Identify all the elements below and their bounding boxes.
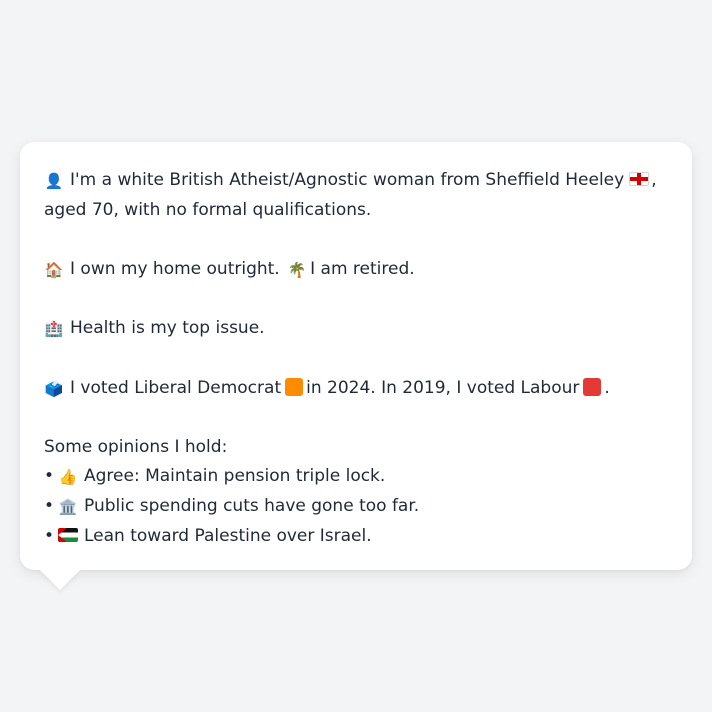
person-icon: 👤 — [44, 172, 64, 190]
vote-line: 🗳️ I voted Liberal Democrat in 2024. In 20… — [44, 374, 668, 404]
palestine-flag-icon — [58, 528, 78, 542]
intro-line: 👤 I'm a white British Atheist/Agnostic wo… — [44, 166, 668, 196]
bullet: • — [44, 466, 55, 486]
england-flag-icon — [629, 172, 650, 186]
bullet: • — [44, 526, 55, 546]
classical-building-icon: 🏛️ — [58, 498, 78, 516]
issue-line: 🏥 Health is my top issue. — [44, 314, 668, 344]
intro-text: I'm a white British Atheist/Agnostic wom… — [70, 170, 625, 190]
vote-mid: in 2024. In 2019, I voted Labour — [306, 377, 580, 398]
work-text: I am retired. — [310, 258, 415, 279]
opinion-text: Lean toward Palestine over Israel. — [84, 526, 372, 546]
intro-comma: , — [651, 170, 657, 190]
ballot-box-icon: 🗳️ — [44, 379, 64, 398]
opinion-text: Public spending cuts have gone too far. — [84, 496, 420, 516]
thumbs-up-icon: 👍 — [58, 468, 78, 486]
lib-dem-square-icon — [285, 377, 304, 396]
vote-suffix: . — [604, 377, 610, 398]
home-text: I own my home outright. — [70, 258, 280, 279]
home-line: 🏠 I own my home outright. 🌴 I am retired. — [44, 255, 668, 285]
opinion-item: • 🏛️ Public spending cuts have gone too fa… — [44, 492, 668, 522]
opinion-item: • Lean toward Palestine over Israel. — [44, 522, 668, 551]
labour-square-icon — [583, 377, 602, 396]
palm-tree-icon: 🌴 — [287, 260, 307, 279]
opinion-text: Agree: Maintain pension triple lock. — [84, 466, 386, 486]
intro-line-2: aged 70, with no formal qualifications. — [44, 200, 372, 220]
bullet: • — [44, 496, 55, 516]
house-icon: 🏠 — [44, 260, 64, 279]
issue-text: Health is my top issue. — [70, 318, 265, 338]
opinion-item: • 👍 Agree: Maintain pension triple lock. — [44, 462, 668, 492]
profile-card: 👤 I'm a white British Atheist/Agnostic wo… — [20, 142, 692, 570]
hospital-icon: 🏥 — [44, 320, 64, 338]
speech-bubble-tail — [40, 570, 80, 590]
vote-prefix: I voted Liberal Democrat — [70, 377, 282, 398]
opinions-heading: Some opinions I hold: — [44, 437, 228, 457]
